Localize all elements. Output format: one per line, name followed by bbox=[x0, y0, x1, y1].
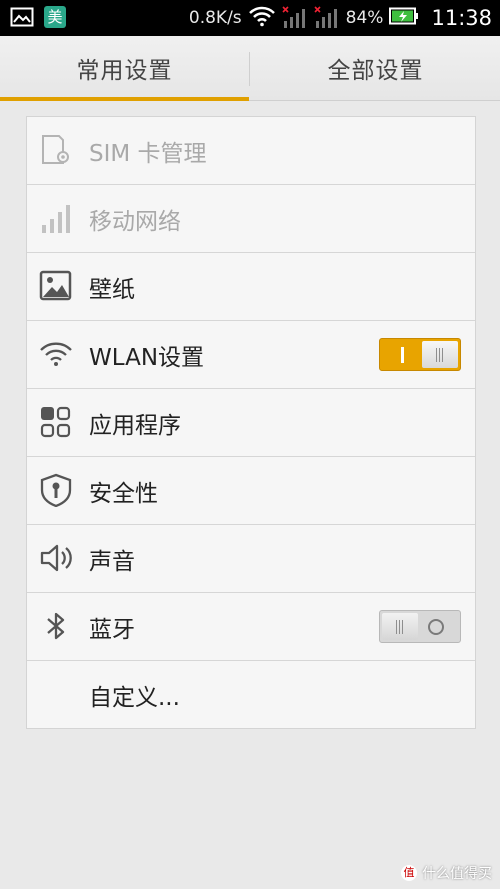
toggle-on-mark bbox=[401, 347, 404, 363]
setting-sound[interactable]: 声音 bbox=[27, 525, 475, 593]
wifi-icon bbox=[39, 337, 73, 371]
setting-bluetooth[interactable]: 蓝牙 bbox=[27, 593, 475, 661]
setting-label: SIM 卡管理 bbox=[89, 140, 207, 167]
apps-grid-icon bbox=[39, 405, 73, 439]
watermark-text: 什么值得买 bbox=[422, 866, 492, 882]
shield-lock-icon bbox=[39, 473, 73, 508]
setting-label: 蓝牙 bbox=[89, 616, 135, 643]
app-notification-icon: 美 bbox=[44, 6, 66, 28]
setting-label: 应用程序 bbox=[89, 412, 181, 439]
setting-label: 壁纸 bbox=[89, 276, 135, 303]
settings-tabs: 常用设置 全部设置 bbox=[0, 36, 500, 101]
toggle-knob bbox=[382, 613, 418, 640]
tab-all-settings[interactable]: 全部设置 bbox=[251, 36, 500, 100]
bluetooth-icon bbox=[39, 609, 73, 643]
setting-label: 自定义... bbox=[89, 684, 180, 711]
setting-label: WLAN设置 bbox=[89, 344, 205, 371]
sim-card-icon bbox=[39, 133, 73, 167]
setting-label: 移动网络 bbox=[89, 208, 181, 235]
battery-percent: 84% bbox=[345, 8, 384, 28]
tab-common-settings[interactable]: 常用设置 bbox=[0, 36, 249, 100]
setting-wlan[interactable]: WLAN设置 bbox=[27, 321, 475, 389]
setting-applications[interactable]: 应用程序 bbox=[27, 389, 475, 457]
sim2-no-signal-icon bbox=[314, 6, 340, 30]
clock: 11:38 bbox=[431, 6, 492, 30]
setting-security[interactable]: 安全性 bbox=[27, 457, 475, 525]
setting-wallpaper[interactable]: 壁纸 bbox=[27, 253, 475, 321]
setting-sim-card-management[interactable]: SIM 卡管理 bbox=[27, 117, 475, 185]
gallery-notification-icon bbox=[10, 6, 34, 28]
bluetooth-toggle[interactable] bbox=[379, 610, 461, 643]
toggle-off-mark bbox=[428, 619, 444, 635]
wlan-toggle[interactable] bbox=[379, 338, 461, 371]
watermark: 值 什么值得买 bbox=[401, 863, 492, 883]
battery-charging-icon bbox=[389, 7, 419, 29]
speaker-icon bbox=[39, 541, 73, 575]
status-bar: 美 0.8K/s 84% 11:38 bbox=[0, 0, 500, 36]
toggle-knob bbox=[422, 341, 458, 368]
wifi-status-icon bbox=[248, 5, 276, 31]
setting-label: 声音 bbox=[89, 548, 135, 575]
tab-divider bbox=[249, 52, 250, 86]
watermark-logo: 值 bbox=[401, 865, 417, 881]
setting-mobile-network[interactable]: 移动网络 bbox=[27, 185, 475, 253]
image-icon bbox=[39, 269, 73, 303]
net-speed: 0.8K/s bbox=[188, 8, 242, 28]
settings-list: SIM 卡管理 移动网络 壁纸 WLAN设置 应用程序 安全性 声音 蓝牙 自定… bbox=[26, 116, 476, 729]
setting-label: 安全性 bbox=[89, 480, 158, 507]
setting-customize[interactable]: 自定义... bbox=[27, 661, 475, 728]
sim1-no-signal-icon bbox=[282, 6, 308, 30]
signal-bars-icon bbox=[39, 201, 73, 235]
selected-tab-indicator bbox=[0, 97, 249, 101]
